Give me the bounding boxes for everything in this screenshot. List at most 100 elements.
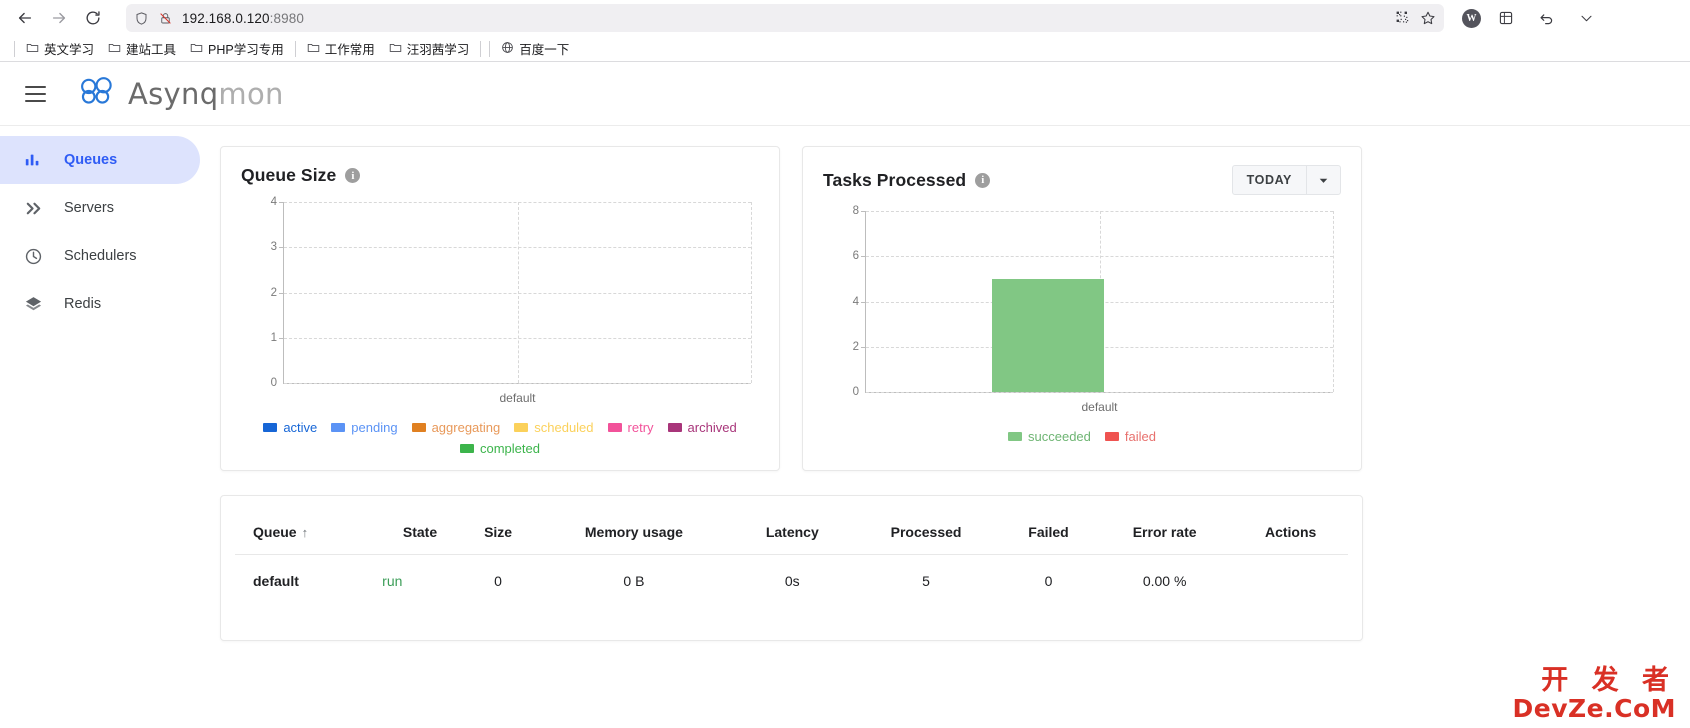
legend-item-retry[interactable]: retry (607, 420, 654, 435)
tasks-processed-title: Tasks Processed (823, 169, 967, 190)
y-axis-tick: 8 (852, 205, 859, 217)
column-header-processed[interactable]: Processed (851, 496, 1002, 555)
legend-label: completed (480, 441, 540, 456)
legend-label: succeeded (1028, 429, 1091, 444)
clock-icon (22, 247, 44, 266)
bookmark-divider (489, 40, 491, 57)
bookmark-label: 建站工具 (126, 43, 177, 57)
sidebar-item-label: Servers (64, 200, 114, 216)
back-icon[interactable] (10, 3, 40, 33)
forward-icon[interactable] (44, 3, 74, 33)
address-bar[interactable]: 192.168.0.120:8980 (126, 4, 1444, 32)
tasks-processed-header: Tasks Processed i TODAY (823, 165, 1341, 195)
y-axis-tick: 4 (270, 196, 277, 208)
main-content: Queue Size i 4 3 2 1 0 default active pe… (200, 126, 1690, 726)
legend-label: scheduled (534, 420, 594, 435)
chevron-down-icon[interactable] (1571, 3, 1601, 33)
cell-actions[interactable] (1233, 555, 1348, 608)
legend-swatch (1104, 432, 1119, 441)
table-header: Queue ↑ State Size Memory usage Latency P… (235, 496, 1348, 555)
asynqmon-logo-icon (78, 74, 116, 113)
app-header: Asynqmon (0, 62, 1690, 126)
brand-title: Asynqmon (128, 76, 284, 111)
reload-icon[interactable] (78, 3, 108, 33)
profile-avatar[interactable]: W (1462, 8, 1481, 28)
queues-table: Queue ↑ State Size Memory usage Latency P… (235, 496, 1348, 607)
bookmark-divider (14, 40, 15, 57)
sidebar-item-queues[interactable]: Queues (0, 136, 200, 184)
legend-item-failed[interactable]: failed (1104, 429, 1156, 444)
column-header-size[interactable]: Size (461, 496, 535, 555)
bookmark-item[interactable]: 工作常用 (300, 37, 382, 60)
sidebar-item-redis[interactable]: Redis (0, 280, 200, 328)
chevron-down-icon[interactable] (1307, 166, 1340, 194)
table-body: default run 0 0 B 0s 5 0 0.00 % (235, 555, 1348, 608)
gridline (1333, 211, 1334, 392)
column-header-error-rate[interactable]: Error rate (1096, 496, 1234, 555)
bar-succeeded[interactable] (992, 278, 1105, 392)
info-icon[interactable]: i (345, 168, 361, 183)
queue-size-title: Queue Size (241, 165, 337, 185)
legend-label: active (283, 420, 318, 435)
star-icon[interactable] (1420, 10, 1436, 26)
bookmark-label: 汪羽茜学习 (406, 43, 470, 57)
legend-item-succeeded[interactable]: succeeded (1008, 429, 1091, 444)
legend-item-archived[interactable]: archived (667, 420, 737, 435)
gridline (284, 383, 751, 384)
legend-swatch (411, 423, 426, 432)
legend-swatch (460, 444, 474, 453)
column-header-latency[interactable]: Latency (733, 496, 852, 555)
cell-size: 0 (494, 573, 502, 589)
column-header-failed[interactable]: Failed (1001, 496, 1096, 555)
legend-swatch (263, 423, 278, 432)
globe-icon (501, 41, 514, 57)
cell-queue[interactable]: default (235, 555, 378, 608)
hamburger-menu-icon[interactable] (16, 75, 54, 113)
column-header-memory-usage[interactable]: Memory usage (534, 496, 734, 555)
sidebar-item-servers[interactable]: Servers (0, 184, 200, 232)
tracking-protection-off-icon[interactable] (158, 11, 173, 26)
tasks-processed-plot: 8 6 4 2 0 default (853, 205, 1334, 414)
bookmark-item[interactable]: 百度一下 (494, 37, 576, 60)
bookmark-item[interactable]: 汪羽茜学习 (382, 37, 477, 60)
legend-label: archived (687, 420, 737, 435)
extensions-icon[interactable] (1491, 3, 1521, 33)
browser-right-actions: W (1456, 3, 1601, 33)
x-axis-label: default (1081, 400, 1118, 414)
y-axis-tick: 2 (270, 286, 277, 299)
bookmark-item[interactable]: PHP学习专用 (183, 37, 291, 60)
table-row[interactable]: default run 0 0 B 0s 5 0 0.00 % (235, 555, 1348, 608)
column-label: Queue (253, 524, 297, 540)
column-header-state[interactable]: State (378, 496, 462, 555)
today-button[interactable]: TODAY (1233, 166, 1307, 194)
info-icon[interactable]: i (975, 172, 991, 188)
legend-swatch (607, 423, 622, 432)
sidebar-item-schedulers[interactable]: Schedulers (0, 232, 200, 280)
legend-item-pending[interactable]: pending (331, 420, 398, 435)
tasks-processed-chart: 8 6 4 2 0 default (823, 205, 1341, 421)
brand[interactable]: Asynqmon (78, 74, 284, 113)
bookmark-item[interactable]: 英文学习 (19, 37, 101, 60)
legend-item-active[interactable]: active (263, 420, 317, 435)
cell-state: run (382, 573, 403, 589)
y-axis-tick: 3 (270, 241, 277, 254)
bookmark-label: 工作常用 (324, 43, 375, 57)
bookmark-label: 英文学习 (44, 43, 95, 57)
legend-item-completed[interactable]: completed (245, 441, 755, 456)
column-header-queue[interactable]: Queue ↑ (235, 496, 379, 555)
bookmark-label: PHP学习专用 (208, 43, 284, 57)
y-axis-tick: 2 (852, 340, 859, 353)
qr-code-icon[interactable] (1395, 10, 1411, 26)
undo-icon[interactable] (1531, 3, 1561, 33)
legend-label: failed (1124, 429, 1156, 444)
folder-icon (108, 41, 121, 57)
url-text: 192.168.0.120:8980 (182, 10, 304, 26)
cell-failed: 0 (1044, 573, 1053, 589)
legend-item-aggregating[interactable]: aggregating (411, 420, 500, 435)
bookmark-item[interactable]: 建站工具 (101, 37, 183, 60)
legend-item-scheduled[interactable]: scheduled (514, 420, 594, 435)
bookmark-label: 百度一下 (519, 43, 570, 57)
folder-icon (307, 41, 320, 57)
legend-label: pending (351, 420, 398, 435)
legend-label: retry (627, 420, 654, 435)
